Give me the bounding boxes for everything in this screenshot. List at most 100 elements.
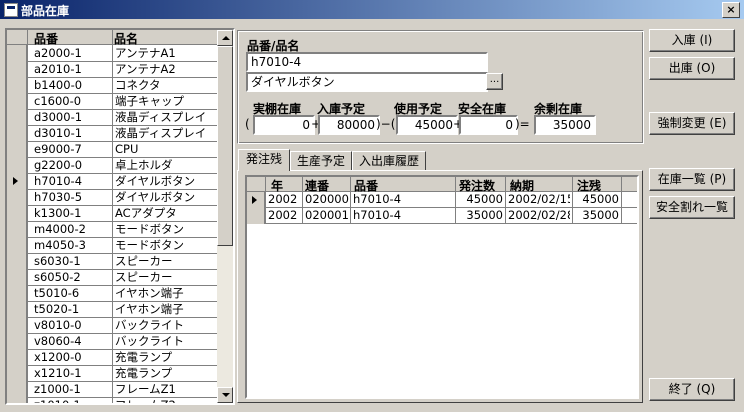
safety-stock-field[interactable] <box>459 115 518 135</box>
issue-button[interactable]: 出庫 (O) <box>649 57 735 80</box>
remaining-cell[interactable]: 45000 <box>575 192 619 207</box>
row-selector[interactable] <box>7 141 27 157</box>
part-code-cell[interactable]: s6030-1 <box>34 253 110 269</box>
surplus-field[interactable] <box>534 115 596 135</box>
part-code-cell[interactable]: z1000-1 <box>34 381 110 397</box>
part-code-cell[interactable]: m4050-3 <box>34 237 110 253</box>
part-name-cell[interactable]: フレームZ2 <box>115 397 215 403</box>
part-code-cell[interactable]: h7030-5 <box>34 189 110 205</box>
row-selector[interactable] <box>7 381 27 397</box>
row-selector[interactable] <box>247 192 265 208</box>
tab-production-plan[interactable]: 生産予定 <box>290 151 352 170</box>
receive-button[interactable]: 入庫 (I) <box>649 29 735 52</box>
part-code-cell[interactable]: v8010-0 <box>34 317 110 333</box>
part-name-cell[interactable]: バックライト <box>115 333 215 349</box>
part-code-cell[interactable]: d3010-1 <box>34 125 110 141</box>
part-name-cell[interactable]: 充電ランプ <box>115 349 215 365</box>
row-selector[interactable] <box>247 208 265 224</box>
tab-open-orders[interactable]: 発注残 <box>238 149 290 171</box>
part-name-field[interactable] <box>246 72 488 92</box>
scroll-up-button[interactable] <box>217 30 233 46</box>
order-row[interactable]: 2002 0200005 h7010-4 45000 2002/02/15 45000 <box>247 192 637 208</box>
row-selector[interactable] <box>7 93 27 109</box>
part-name-cell[interactable]: バックライト <box>115 317 215 333</box>
row-selector[interactable] <box>7 301 27 317</box>
scroll-down-button[interactable] <box>217 387 233 403</box>
row-selector[interactable] <box>7 173 27 189</box>
part-name-cell[interactable]: フレームZ1 <box>115 381 215 397</box>
part-code-cell[interactable]: a2000-1 <box>34 45 110 61</box>
row-selector[interactable] <box>7 205 27 221</box>
order-qty-cell[interactable]: 45000 <box>458 192 503 207</box>
part-name-cell[interactable]: モードボタン <box>115 237 215 253</box>
part-name-cell[interactable]: ACアダプタ <box>115 205 215 221</box>
stock-list-button[interactable]: 在庫一覧 (P) <box>649 168 735 191</box>
part-name-cell[interactable]: イヤホン端子 <box>115 301 215 317</box>
part-name-cell[interactable]: アンテナA2 <box>115 61 215 77</box>
row-selector[interactable] <box>7 157 27 173</box>
part-code-cell[interactable]: t5010-6 <box>34 285 110 301</box>
part-code-cell[interactable]: h7010-4 <box>353 208 453 223</box>
part-browse-button[interactable]: ... <box>486 73 503 90</box>
row-selector[interactable] <box>7 253 27 269</box>
parts-grid-scrollbar[interactable] <box>217 30 233 403</box>
row-selector[interactable] <box>7 237 27 253</box>
part-code-cell[interactable]: s6050-2 <box>34 269 110 285</box>
part-code-cell[interactable]: c1600-0 <box>34 93 110 109</box>
part-code-cell[interactable]: v8060-4 <box>34 333 110 349</box>
serial-cell[interactable]: 0200005 <box>305 192 349 207</box>
row-selector[interactable] <box>7 269 27 285</box>
part-code-cell[interactable]: g2200-0 <box>34 157 110 173</box>
part-code-cell[interactable]: x1210-1 <box>34 365 110 381</box>
row-selector[interactable] <box>7 349 27 365</box>
part-name-cell[interactable]: ダイヤルボタン <box>115 189 215 205</box>
safety-shortage-list-button[interactable]: 安全割れ一覧 <box>649 196 735 219</box>
row-selector[interactable] <box>7 109 27 125</box>
row-selector[interactable] <box>7 61 27 77</box>
part-name-cell[interactable]: アンテナA1 <box>115 45 215 61</box>
remaining-cell[interactable]: 35000 <box>575 208 619 223</box>
part-name-cell[interactable]: 端子キャップ <box>115 93 215 109</box>
part-name-cell[interactable]: CPU <box>115 141 215 157</box>
part-name-cell[interactable]: モードボタン <box>115 221 215 237</box>
row-selector[interactable] <box>7 285 27 301</box>
part-code-cell[interactable]: e9000-7 <box>34 141 110 157</box>
row-selector[interactable] <box>7 365 27 381</box>
part-code-cell[interactable]: t5020-1 <box>34 301 110 317</box>
part-name-cell[interactable]: イヤホン端子 <box>115 285 215 301</box>
part-code-field[interactable] <box>246 52 488 72</box>
part-name-cell[interactable]: ダイヤルボタン <box>115 173 215 189</box>
part-code-cell[interactable]: d3000-1 <box>34 109 110 125</box>
row-selector[interactable] <box>7 125 27 141</box>
part-name-cell[interactable]: 液晶ディスプレイ <box>115 109 215 125</box>
parts-grid[interactable]: 品番 品名 a2000-1 アンテナA1 a2010-1 アンテナA2 b1400-0 コ… <box>5 28 235 405</box>
due-date-cell[interactable]: 2002/02/15 <box>508 192 570 207</box>
part-name-cell[interactable]: コネクタ <box>115 77 215 93</box>
part-code-cell[interactable]: m4000-2 <box>34 221 110 237</box>
actual-stock-field[interactable] <box>253 115 315 135</box>
row-selector[interactable] <box>7 77 27 93</box>
part-name-cell[interactable]: 卓上ホルダ <box>115 157 215 173</box>
part-code-cell[interactable]: x1200-0 <box>34 349 110 365</box>
row-selector[interactable] <box>7 189 27 205</box>
part-code-cell[interactable]: h7010-4 <box>353 192 453 207</box>
tab-stock-history[interactable]: 入出庫履歴 <box>352 151 426 170</box>
part-name-cell[interactable]: 液晶ディスプレイ <box>115 125 215 141</box>
row-selector[interactable] <box>7 333 27 349</box>
planned-use-field[interactable] <box>396 115 458 135</box>
close-button[interactable]: × <box>722 2 740 18</box>
part-name-cell[interactable]: スピーカー <box>115 269 215 285</box>
scroll-thumb[interactable] <box>217 46 233 246</box>
part-code-cell[interactable]: h7010-4 <box>34 173 110 189</box>
year-cell[interactable]: 2002 <box>268 192 301 207</box>
open-orders-grid[interactable]: 年 連番 品番 発注数 納期 注残 2002 0200005 h7010-4 4500… <box>245 175 639 399</box>
part-code-cell[interactable]: k1300-1 <box>34 205 110 221</box>
due-date-cell[interactable]: 2002/02/28 <box>508 208 570 223</box>
serial-cell[interactable]: 0200016 <box>305 208 349 223</box>
part-code-cell[interactable]: a2010-1 <box>34 61 110 77</box>
year-cell[interactable]: 2002 <box>268 208 301 223</box>
row-selector[interactable] <box>7 397 27 403</box>
force-change-button[interactable]: 強制変更 (E) <box>649 112 735 135</box>
order-row[interactable]: 2002 0200016 h7010-4 35000 2002/02/28 35000 <box>247 208 637 224</box>
part-code-cell[interactable]: b1400-0 <box>34 77 110 93</box>
